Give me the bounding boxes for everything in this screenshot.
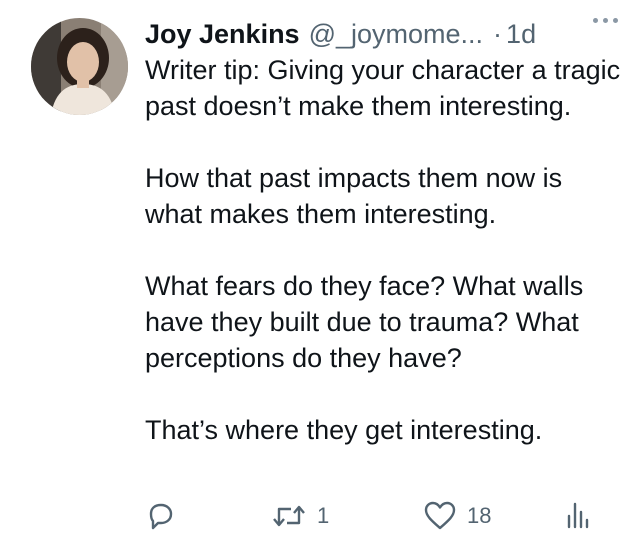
tweet-paragraph: Writer tip: Giving your character a trag…: [145, 55, 621, 121]
avatar-image: [31, 18, 128, 115]
retweet-icon: [273, 505, 305, 527]
like-count: 18: [467, 503, 492, 528]
author-name[interactable]: Joy Jenkins: [145, 19, 300, 50]
tweet-paragraph: That’s where they get interesting.: [145, 415, 543, 445]
retweet-button[interactable]: 1: [271, 496, 329, 536]
tweet-paragraph: How that past impacts them now is what m…: [145, 163, 563, 229]
heart-icon: [424, 501, 456, 530]
separator-dot: ·: [493, 18, 503, 49]
tweet-text: Writer tip: Giving your character a trag…: [145, 52, 625, 448]
reply-icon: [149, 503, 173, 530]
analytics-button[interactable]: [565, 496, 591, 536]
reply-button[interactable]: [145, 496, 177, 536]
tweet-paragraph: What fears do they face? What walls have…: [145, 271, 584, 373]
timestamp[interactable]: 1d: [506, 19, 536, 50]
avatar[interactable]: [31, 18, 128, 115]
author-handle[interactable]: @_joymome...: [309, 19, 483, 50]
analytics-icon: [567, 502, 589, 529]
tweet[interactable]: Joy Jenkins @_joymome... · 1d Writer tip…: [0, 0, 640, 551]
action-bar: 1 18: [145, 496, 605, 536]
retweet-count: 1: [317, 503, 330, 528]
tweet-header: Joy Jenkins @_joymome... · 1d: [145, 14, 625, 54]
like-button[interactable]: 18: [423, 496, 491, 536]
more-options-icon[interactable]: [593, 18, 618, 23]
